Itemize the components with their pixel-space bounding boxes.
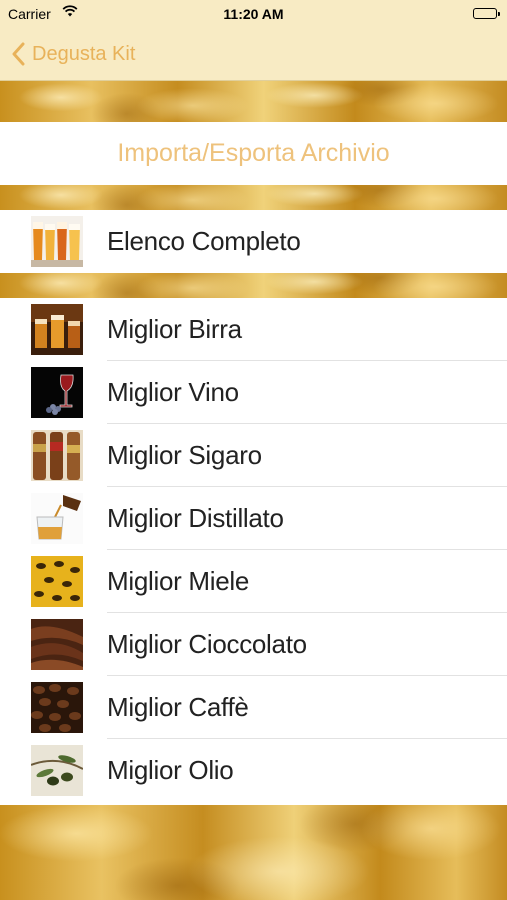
status-bar: Carrier 11:20 AM [0,0,507,28]
clock: 11:20 AM [223,6,284,22]
spirits-thumbnail [31,493,83,544]
olive-oil-thumbnail [31,745,83,796]
list-item-miglior-distillato[interactable]: Miglior Distillato [0,487,507,550]
gold-texture-band [0,81,507,122]
gold-texture-band [0,273,507,298]
list-item-label: Miglior Miele [107,566,250,596]
list-item-label: Miglior Birra [107,314,242,344]
chevron-left-icon [12,42,25,66]
list-item-label: Miglior Olio [107,755,234,785]
list-item-label: Miglior Sigaro [107,440,262,470]
full-list-row[interactable]: Elenco Completo [0,210,507,273]
gold-texture-background [0,805,507,900]
best-items-list: Miglior Birra Miglior Vino Miglior Sigar… [0,298,507,805]
list-item-label: Miglior Vino [107,377,239,407]
list-item-label: Miglior Distillato [107,503,284,533]
back-button-label: Degusta Kit [32,42,136,65]
battery-icon [473,8,500,19]
honey-thumbnail [31,556,83,607]
gold-texture-band [0,185,507,210]
import-export-archive-button[interactable]: Importa/Esporta Archivio [0,122,507,185]
list-item-miglior-vino[interactable]: Miglior Vino [0,361,507,424]
back-button[interactable]: Degusta Kit [12,40,135,68]
list-item-label: Miglior Caffè [107,692,249,722]
coffee-thumbnail [31,682,83,733]
navigation-bar: Degusta Kit [0,28,507,81]
beer-thumbnail [31,304,83,355]
list-item-label: Miglior Cioccolato [107,629,307,659]
list-item-miglior-cioccolato[interactable]: Miglior Cioccolato [0,613,507,676]
list-item-miglior-caffe[interactable]: Miglior Caffè [0,676,507,739]
list-item-miglior-miele[interactable]: Miglior Miele [0,550,507,613]
wine-thumbnail [31,367,83,418]
full-list-label: Elenco Completo [107,226,301,256]
beer-glasses-thumbnail [31,216,83,267]
list-item-miglior-birra[interactable]: Miglior Birra [0,298,507,361]
list-item-miglior-sigaro[interactable]: Miglior Sigaro [0,424,507,487]
list-item-miglior-olio[interactable]: Miglior Olio [0,739,507,802]
chocolate-thumbnail [31,619,83,670]
cigar-thumbnail [31,430,83,481]
import-export-label: Importa/Esporta Archivio [117,139,390,167]
